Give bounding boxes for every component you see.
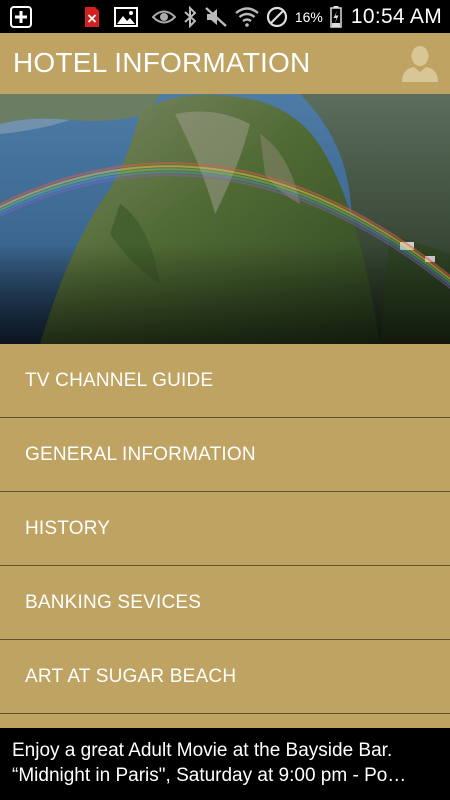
bluetooth-icon xyxy=(183,6,197,28)
menu-item-label: BANKING SEVICES xyxy=(25,592,202,613)
hero-image xyxy=(0,94,450,344)
status-bar: 16% 10:54 AM xyxy=(0,0,450,33)
menu-item-label: HISTORY xyxy=(25,518,111,539)
announcement-ticker[interactable]: Enjoy a great Adult Movie at the Bayside… xyxy=(0,728,450,800)
main-menu: TV CHANNEL GUIDE GENERAL INFORMATION HIS… xyxy=(0,344,450,728)
clock: 10:54 AM xyxy=(350,5,442,28)
menu-item-label: GENERAL INFORMATION xyxy=(25,444,256,465)
menu-item-label: TV CHANNEL GUIDE xyxy=(25,370,214,391)
ticker-line-1: Enjoy a great Adult Movie at the Bayside… xyxy=(12,740,393,761)
peak-rainbow-photo xyxy=(0,94,450,344)
app-header: HOTEL INFORMATION xyxy=(0,33,450,94)
menu-item-history[interactable]: HISTORY xyxy=(0,492,450,566)
pdf-file-icon xyxy=(84,6,100,28)
wifi-icon xyxy=(235,7,259,27)
add-icon xyxy=(10,6,32,28)
notification-icons xyxy=(10,6,138,28)
person-icon xyxy=(402,46,438,82)
page-title: HOTEL INFORMATION xyxy=(13,47,311,78)
mute-icon xyxy=(204,6,228,28)
image-icon xyxy=(114,7,138,27)
battery-charging-icon xyxy=(330,6,342,28)
menu-item-art-at-sugar-beach[interactable]: ART AT SUGAR BEACH xyxy=(0,640,450,714)
app-screen: 16% 10:54 AM HOTEL INFORMATION TV CHANNE… xyxy=(0,0,450,800)
battery-percent: 16% xyxy=(294,9,323,25)
divider xyxy=(0,713,450,714)
menu-item-banking-services[interactable]: BANKING SEVICES xyxy=(0,566,450,640)
no-sync-icon xyxy=(266,6,288,28)
menu-item-general-information[interactable]: GENERAL INFORMATION xyxy=(0,418,450,492)
eye-icon xyxy=(151,9,176,25)
menu-item-tv-channel-guide[interactable]: TV CHANNEL GUIDE xyxy=(0,344,450,418)
menu-item-label: ART AT SUGAR BEACH xyxy=(25,666,237,687)
profile-button[interactable] xyxy=(400,42,440,84)
ticker-line-2: “Midnight in Paris", Saturday at 9:00 pm… xyxy=(12,765,407,786)
system-icons: 16% 10:54 AM xyxy=(151,3,442,31)
